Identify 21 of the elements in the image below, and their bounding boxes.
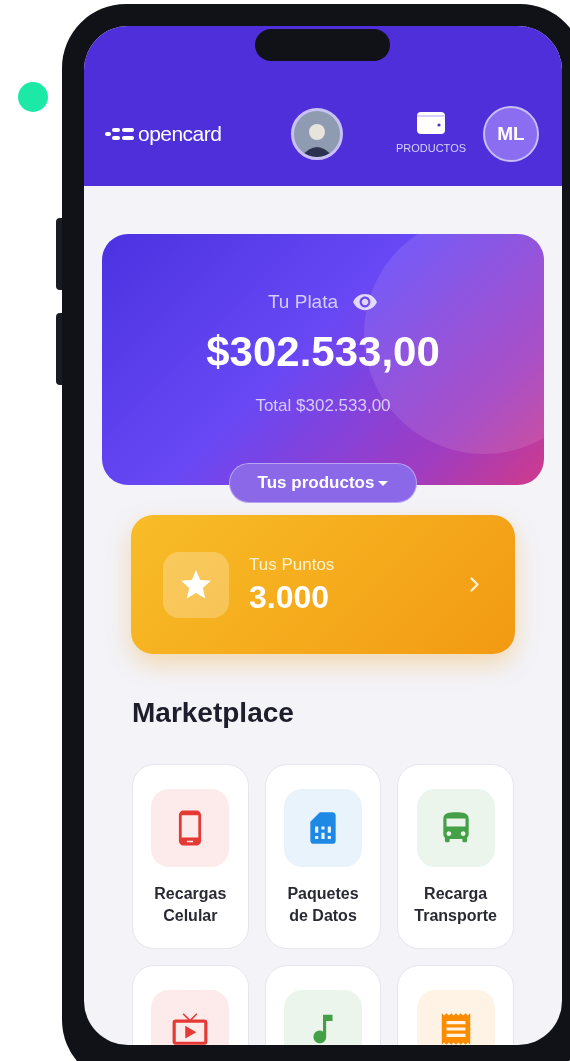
user-avatar[interactable]: ML	[483, 106, 539, 162]
chevron-right-icon	[470, 577, 479, 592]
profile-photo-placeholder[interactable]	[291, 108, 343, 160]
service-tile[interactable]: Paquetes de Datos	[264, 764, 382, 949]
points-label: Tus Puntos	[249, 553, 336, 576]
caret-icon	[378, 480, 389, 486]
section-title: Marketplace	[132, 696, 295, 730]
service-label: Recarga Transporte	[413, 884, 498, 926]
service-label: Recargas Celular	[153, 884, 228, 926]
products-dropdown-button[interactable]: Tus productos	[228, 463, 418, 503]
products-button[interactable]: PRODUCTOS	[386, 111, 476, 157]
wallet-icon	[417, 111, 445, 134]
points-value: 3.000	[249, 578, 331, 618]
service-tile[interactable]: Recargas Celular	[132, 764, 249, 949]
balance-total: Total $302.533,00	[255, 394, 391, 417]
service-label: Paquetes de Datos	[286, 884, 360, 926]
logo-icon	[105, 127, 135, 141]
balance-amount: $302.533,00	[206, 330, 440, 373]
logo-text: opencard	[138, 121, 222, 148]
balance-label: Tu Plata	[267, 290, 339, 314]
service-tile[interactable]: Recarga Transporte	[397, 764, 514, 949]
